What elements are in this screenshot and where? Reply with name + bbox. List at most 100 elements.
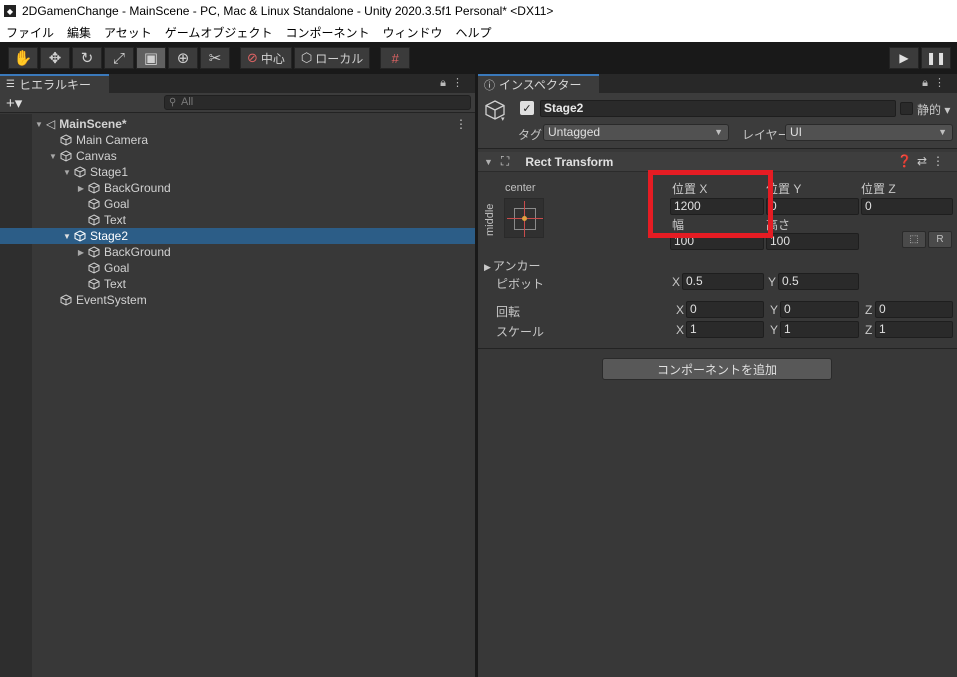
- active-checkbox[interactable]: ✓: [520, 101, 534, 115]
- hand-tool-icon[interactable]: ✋: [8, 47, 38, 69]
- menu-component[interactable]: コンポーネント: [285, 24, 369, 41]
- layer-dropdown[interactable]: UI ▼: [785, 124, 953, 141]
- menu-assets[interactable]: アセット: [104, 24, 152, 41]
- search-input[interactable]: ⚲ All: [164, 95, 471, 110]
- list-item[interactable]: Goal: [0, 196, 475, 212]
- rot-y-field[interactable]: 0: [780, 301, 859, 318]
- pos-z-field[interactable]: 0: [861, 198, 953, 215]
- scale-z-axis-label: Z: [865, 323, 873, 337]
- object-name-field[interactable]: Stage2: [540, 100, 896, 117]
- title-bar: ◆ 2DGamenChange - MainScene - PC, Mac & …: [0, 0, 957, 22]
- static-checkbox[interactable]: [900, 102, 913, 115]
- unity-logo-icon: ◆: [4, 5, 16, 17]
- static-label[interactable]: 静的 ▾: [917, 101, 950, 118]
- gameobject-cube-icon[interactable]: ▾: [484, 99, 506, 121]
- menu-window[interactable]: ウィンドウ: [382, 24, 442, 41]
- blueprint-mode-button[interactable]: ⬚: [902, 231, 926, 248]
- info-icon: ⓘ: [484, 79, 495, 92]
- kebab-menu-icon[interactable]: ⋮: [932, 154, 949, 168]
- collapsed-arrow-icon[interactable]: ▶: [76, 248, 86, 257]
- pivot-x-axis-label: X: [672, 275, 681, 289]
- kebab-menu-icon[interactable]: ⋮: [934, 77, 951, 89]
- tab-inspector[interactable]: ⓘ インスペクター: [478, 74, 600, 93]
- anchor-vertical-label: middle: [484, 203, 496, 236]
- scene-row[interactable]: ▼ ◁ MainScene* ⋮: [0, 116, 475, 132]
- anchors-foldout[interactable]: ▶ アンカー: [484, 257, 540, 274]
- scale-y-axis-label: Y: [770, 323, 779, 337]
- gameobject-cube-icon: [60, 134, 72, 146]
- raw-edit-button[interactable]: R: [928, 231, 952, 248]
- gameobject-cube-icon: [88, 198, 100, 210]
- tag-dropdown[interactable]: Untagged ▼: [543, 124, 729, 141]
- menu-gameobject[interactable]: ゲームオブジェクト: [165, 24, 273, 41]
- grid-snap-icon[interactable]: #: [380, 47, 411, 69]
- collapsed-arrow-icon[interactable]: ▶: [76, 184, 86, 193]
- list-item-selected[interactable]: ▼ Stage2: [0, 228, 475, 244]
- hierarchy-tabstrip: ☰ ヒエラルキー 🔒︎⋮: [0, 74, 475, 93]
- lock-icon[interactable]: 🔒︎: [922, 77, 934, 89]
- gameobject-cube-icon: [88, 278, 100, 290]
- help-icon[interactable]: ❓: [897, 154, 917, 168]
- rot-x-field[interactable]: 0: [686, 301, 764, 318]
- pause-icon[interactable]: ❚❚: [921, 47, 951, 69]
- scale-y-field[interactable]: 1: [780, 321, 859, 338]
- list-item[interactable]: Goal: [0, 260, 475, 276]
- list-item[interactable]: ▼ Stage1: [0, 164, 475, 180]
- height-field[interactable]: 100: [766, 233, 859, 250]
- preset-icon[interactable]: ⇄: [917, 154, 932, 168]
- pos-y-field[interactable]: 0: [766, 198, 859, 215]
- menu-help[interactable]: ヘルプ: [455, 24, 491, 41]
- pivot-mode-button[interactable]: ⊘ 中心: [240, 47, 292, 69]
- menu-file[interactable]: ファイル: [6, 24, 54, 41]
- list-item[interactable]: Main Camera: [0, 132, 475, 148]
- gameobject-cube-icon: [60, 150, 72, 162]
- list-item[interactable]: ▼ Canvas: [0, 148, 475, 164]
- expand-arrow-icon[interactable]: ▼: [62, 168, 72, 177]
- divider: [478, 348, 957, 349]
- scale-tool-icon[interactable]: ⤢: [104, 47, 134, 69]
- pivot-space-button[interactable]: ⬡ ローカル: [293, 47, 371, 69]
- rotation-label: 回転: [496, 305, 521, 319]
- gameobject-cube-icon: [74, 230, 86, 242]
- expand-arrow-icon[interactable]: ▼: [34, 120, 44, 129]
- scale-z-field[interactable]: 1: [875, 321, 953, 338]
- scene-menu-icon[interactable]: ⋮: [455, 117, 467, 131]
- fold-arrow-icon[interactable]: ▼: [484, 157, 493, 167]
- expand-arrow-icon[interactable]: ▼: [62, 232, 72, 241]
- list-item[interactable]: EventSystem: [0, 292, 475, 308]
- lock-icon[interactable]: 🔒︎: [440, 77, 452, 89]
- move-tool-icon[interactable]: ✥: [40, 47, 70, 69]
- list-item[interactable]: ▶ BackGround: [0, 244, 475, 260]
- layer-label: レイヤー: [742, 128, 790, 142]
- list-item[interactable]: ▶ BackGround: [0, 180, 475, 196]
- window-title: 2DGamenChange - MainScene - PC, Mac & Li…: [22, 4, 554, 18]
- anchor-preset-button[interactable]: [504, 198, 544, 238]
- list-item[interactable]: Text: [0, 276, 475, 292]
- expand-arrow-icon[interactable]: ▼: [48, 152, 58, 161]
- rot-y-axis-label: Y: [770, 303, 779, 317]
- rect-transform-header[interactable]: ▼ ⛶ Rect Transform ❓⇄⋮: [478, 152, 957, 172]
- rect-tool-icon[interactable]: ▣: [136, 47, 166, 69]
- hierarchy-tab-controls: 🔒︎⋮: [440, 76, 469, 90]
- inspector-tab-controls: 🔒︎⋮: [922, 76, 951, 90]
- custom-tool-icon[interactable]: ✂: [200, 47, 230, 69]
- inspector-panel: ⓘ インスペクター 🔒︎⋮ ▾ ✓ Stage2 静的 ▾ タグ Untagge…: [478, 74, 957, 677]
- transform-tool-icon[interactable]: ⊕: [168, 47, 198, 69]
- list-item[interactable]: Text: [0, 212, 475, 228]
- play-icon[interactable]: ▶: [889, 47, 919, 69]
- add-component-button[interactable]: コンポーネントを追加: [602, 358, 832, 380]
- cube-icon: ⬡: [300, 50, 313, 65]
- hierarchy-panel: ☰ ヒエラルキー 🔒︎⋮ +▾ ⚲ All ▼ ◁ MainScene* ⋮ M…: [0, 74, 475, 677]
- kebab-menu-icon[interactable]: ⋮: [452, 77, 469, 89]
- rot-z-field[interactable]: 0: [875, 301, 953, 318]
- gameobject-cube-icon: [88, 246, 100, 258]
- menu-edit[interactable]: 編集: [67, 24, 91, 41]
- pivot-x-field[interactable]: 0.5: [682, 273, 764, 290]
- tab-hierarchy[interactable]: ☰ ヒエラルキー: [0, 74, 109, 93]
- pivot-y-field[interactable]: 0.5: [778, 273, 859, 290]
- add-object-button[interactable]: +▾: [6, 94, 22, 112]
- rot-z-axis-label: Z: [865, 303, 873, 317]
- tag-label: タグ: [518, 128, 543, 142]
- rotate-tool-icon[interactable]: ↻: [72, 47, 102, 69]
- scale-x-field[interactable]: 1: [686, 321, 764, 338]
